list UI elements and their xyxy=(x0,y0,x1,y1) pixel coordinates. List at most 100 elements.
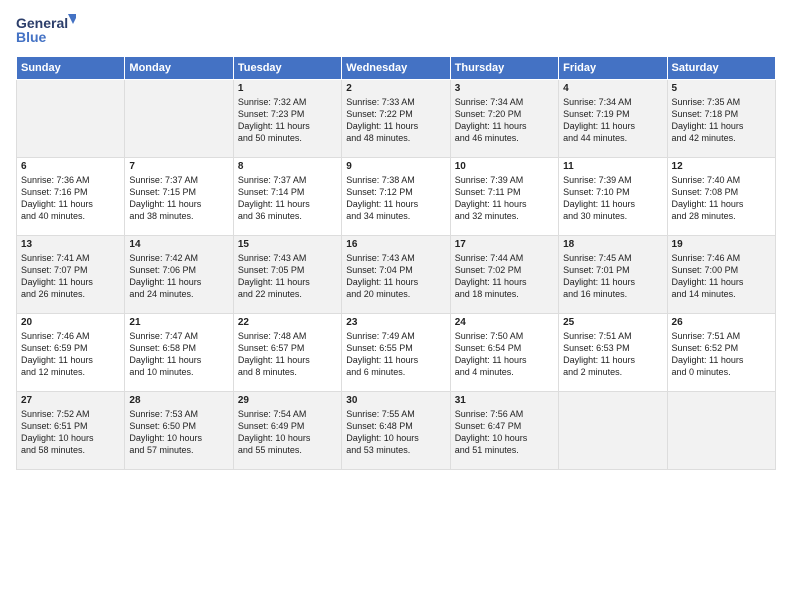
day-number: 22 xyxy=(238,317,337,328)
day-number: 29 xyxy=(238,395,337,406)
day-number: 17 xyxy=(455,239,554,250)
col-header-friday: Friday xyxy=(559,57,667,80)
day-number: 23 xyxy=(346,317,445,328)
calendar-cell xyxy=(667,392,775,470)
cell-content: Sunrise: 7:53 AMSunset: 6:50 PMDaylight:… xyxy=(129,408,228,457)
calendar-table: SundayMondayTuesdayWednesdayThursdayFrid… xyxy=(16,56,776,470)
day-number: 1 xyxy=(238,83,337,94)
week-row-5: 27Sunrise: 7:52 AMSunset: 6:51 PMDayligh… xyxy=(17,392,776,470)
cell-content: Sunrise: 7:51 AMSunset: 6:52 PMDaylight:… xyxy=(672,330,771,379)
calendar-cell: 30 Sunrise: 7:55 AMSunset: 6:48 PMDayligh… xyxy=(342,392,450,470)
col-header-sunday: Sunday xyxy=(17,57,125,80)
day-number: 5 xyxy=(672,83,771,94)
day-number: 25 xyxy=(563,317,662,328)
cell-content: Sunrise: 7:43 AMSunset: 7:04 PMDaylight:… xyxy=(346,252,445,301)
day-number: 3 xyxy=(455,83,554,94)
col-header-thursday: Thursday xyxy=(450,57,558,80)
calendar-cell: 27Sunrise: 7:52 AMSunset: 6:51 PMDayligh… xyxy=(17,392,125,470)
col-header-saturday: Saturday xyxy=(667,57,775,80)
calendar-cell: 9 Sunrise: 7:38 AMSunset: 7:12 PMDaylight… xyxy=(342,158,450,236)
week-row-2: 6Sunrise: 7:36 AMSunset: 7:16 PMDaylight… xyxy=(17,158,776,236)
cell-content: Sunrise: 7:49 AMSunset: 6:55 PMDaylight:… xyxy=(346,330,445,379)
cell-content: Sunrise: 7:33 AMSunset: 7:22 PMDaylight:… xyxy=(346,96,445,145)
calendar-cell: 7Sunrise: 7:37 AMSunset: 7:15 PMDaylight… xyxy=(125,158,233,236)
cell-content: Sunrise: 7:36 AMSunset: 7:16 PMDaylight:… xyxy=(21,174,120,223)
col-header-tuesday: Tuesday xyxy=(233,57,341,80)
calendar-cell: 12 Sunrise: 7:40 AMSunset: 7:08 PMDayligh… xyxy=(667,158,775,236)
calendar-cell: 24Sunrise: 7:50 AMSunset: 6:54 PMDayligh… xyxy=(450,314,558,392)
day-number: 13 xyxy=(21,239,120,250)
calendar-cell: 3Sunrise: 7:34 AMSunset: 7:20 PMDaylight… xyxy=(450,80,558,158)
day-number: 11 xyxy=(563,161,662,172)
cell-content: Sunrise: 7:54 AMSunset: 6:49 PMDaylight:… xyxy=(238,408,337,457)
cell-content: Sunrise: 7:41 AMSunset: 7:07 PMDaylight:… xyxy=(21,252,120,301)
calendar-cell: 8Sunrise: 7:37 AMSunset: 7:14 PMDaylight… xyxy=(233,158,341,236)
cell-content: Sunrise: 7:44 AMSunset: 7:02 PMDaylight:… xyxy=(455,252,554,301)
day-number: 20 xyxy=(21,317,120,328)
calendar-cell: 29 Sunrise: 7:54 AMSunset: 6:49 PMDayligh… xyxy=(233,392,341,470)
calendar-cell: 16Sunrise: 7:43 AMSunset: 7:04 PMDayligh… xyxy=(342,236,450,314)
calendar-cell: 2 Sunrise: 7:33 AMSunset: 7:22 PMDaylight… xyxy=(342,80,450,158)
cell-content: Sunrise: 7:50 AMSunset: 6:54 PMDaylight:… xyxy=(455,330,554,379)
page: GeneralBlue SundayMondayTuesdayWednesday… xyxy=(0,0,792,612)
calendar-cell xyxy=(17,80,125,158)
cell-content: Sunrise: 7:34 AMSunset: 7:19 PMDaylight:… xyxy=(563,96,662,145)
day-number: 31 xyxy=(455,395,554,406)
calendar-cell: 10 Sunrise: 7:39 AMSunset: 7:11 PMDayligh… xyxy=(450,158,558,236)
cell-content: Sunrise: 7:55 AMSunset: 6:48 PMDaylight:… xyxy=(346,408,445,457)
calendar-cell: 21Sunrise: 7:47 AMSunset: 6:58 PMDayligh… xyxy=(125,314,233,392)
calendar-cell: 6Sunrise: 7:36 AMSunset: 7:16 PMDaylight… xyxy=(17,158,125,236)
calendar-cell: 22 Sunrise: 7:48 AMSunset: 6:57 PMDayligh… xyxy=(233,314,341,392)
cell-content: Sunrise: 7:40 AMSunset: 7:08 PMDaylight:… xyxy=(672,174,771,223)
cell-content: Sunrise: 7:46 AMSunset: 6:59 PMDaylight:… xyxy=(21,330,120,379)
day-number: 12 xyxy=(672,161,771,172)
calendar-cell: 13 Sunrise: 7:41 AMSunset: 7:07 PMDayligh… xyxy=(17,236,125,314)
calendar-cell: 25 Sunrise: 7:51 AMSunset: 6:53 PMDayligh… xyxy=(559,314,667,392)
calendar-cell xyxy=(559,392,667,470)
day-number: 18 xyxy=(563,239,662,250)
day-number: 9 xyxy=(346,161,445,172)
day-number: 15 xyxy=(238,239,337,250)
cell-content: Sunrise: 7:56 AMSunset: 6:47 PMDaylight:… xyxy=(455,408,554,457)
logo: GeneralBlue xyxy=(16,12,76,48)
day-number: 8 xyxy=(238,161,337,172)
cell-content: Sunrise: 7:48 AMSunset: 6:57 PMDaylight:… xyxy=(238,330,337,379)
cell-content: Sunrise: 7:46 AMSunset: 7:00 PMDaylight:… xyxy=(672,252,771,301)
calendar-cell: 14Sunrise: 7:42 AMSunset: 7:06 PMDayligh… xyxy=(125,236,233,314)
calendar-cell: 15 Sunrise: 7:43 AMSunset: 7:05 PMDayligh… xyxy=(233,236,341,314)
cell-content: Sunrise: 7:47 AMSunset: 6:58 PMDaylight:… xyxy=(129,330,228,379)
svg-text:Blue: Blue xyxy=(16,29,47,45)
calendar-cell xyxy=(125,80,233,158)
week-row-3: 13 Sunrise: 7:41 AMSunset: 7:07 PMDayligh… xyxy=(17,236,776,314)
calendar-cell: 17 Sunrise: 7:44 AMSunset: 7:02 PMDayligh… xyxy=(450,236,558,314)
calendar-cell: 23 Sunrise: 7:49 AMSunset: 6:55 PMDayligh… xyxy=(342,314,450,392)
cell-content: Sunrise: 7:43 AMSunset: 7:05 PMDaylight:… xyxy=(238,252,337,301)
calendar-cell: 1 Sunrise: 7:32 AMSunset: 7:23 PMDaylight… xyxy=(233,80,341,158)
header: GeneralBlue xyxy=(16,12,776,48)
day-number: 26 xyxy=(672,317,771,328)
cell-content: Sunrise: 7:35 AMSunset: 7:18 PMDaylight:… xyxy=(672,96,771,145)
day-number: 4 xyxy=(563,83,662,94)
cell-content: Sunrise: 7:39 AMSunset: 7:11 PMDaylight:… xyxy=(455,174,554,223)
calendar-cell: 18 Sunrise: 7:45 AMSunset: 7:01 PMDayligh… xyxy=(559,236,667,314)
calendar-cell: 11 Sunrise: 7:39 AMSunset: 7:10 PMDayligh… xyxy=(559,158,667,236)
week-row-1: 1 Sunrise: 7:32 AMSunset: 7:23 PMDaylight… xyxy=(17,80,776,158)
calendar-cell: 20 Sunrise: 7:46 AMSunset: 6:59 PMDayligh… xyxy=(17,314,125,392)
cell-content: Sunrise: 7:45 AMSunset: 7:01 PMDaylight:… xyxy=(563,252,662,301)
day-number: 2 xyxy=(346,83,445,94)
cell-content: Sunrise: 7:32 AMSunset: 7:23 PMDaylight:… xyxy=(238,96,337,145)
header-row: SundayMondayTuesdayWednesdayThursdayFrid… xyxy=(17,57,776,80)
day-number: 28 xyxy=(129,395,228,406)
calendar-cell: 31 Sunrise: 7:56 AMSunset: 6:47 PMDayligh… xyxy=(450,392,558,470)
cell-content: Sunrise: 7:38 AMSunset: 7:12 PMDaylight:… xyxy=(346,174,445,223)
day-number: 10 xyxy=(455,161,554,172)
col-header-wednesday: Wednesday xyxy=(342,57,450,80)
cell-content: Sunrise: 7:51 AMSunset: 6:53 PMDaylight:… xyxy=(563,330,662,379)
cell-content: Sunrise: 7:42 AMSunset: 7:06 PMDaylight:… xyxy=(129,252,228,301)
day-number: 30 xyxy=(346,395,445,406)
cell-content: Sunrise: 7:39 AMSunset: 7:10 PMDaylight:… xyxy=(563,174,662,223)
calendar-cell: 26 Sunrise: 7:51 AMSunset: 6:52 PMDayligh… xyxy=(667,314,775,392)
logo-svg: GeneralBlue xyxy=(16,12,76,48)
day-number: 27 xyxy=(21,395,120,406)
cell-content: Sunrise: 7:37 AMSunset: 7:15 PMDaylight:… xyxy=(129,174,228,223)
